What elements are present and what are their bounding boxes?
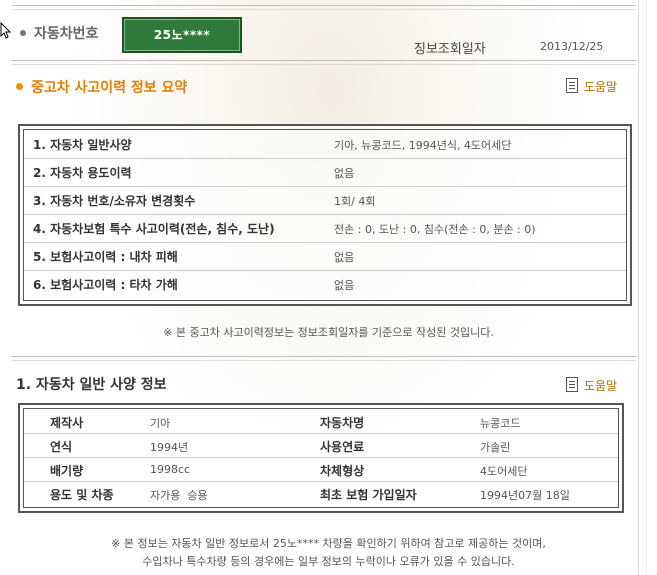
spec-label: 최초 보험 가입일자 [320,488,417,502]
license-plate: 25노**** [122,17,242,53]
summary-help-link[interactable]: 도움말 [566,78,617,95]
spec-value: 기아 [150,417,171,430]
summary-row-label: 6. 보험사고이력 : 타차 가해 [33,278,178,292]
spec-label: 자동차명 [320,416,365,430]
top-divider [12,5,636,6]
summary-row-label: 1. 자동차 일반사양 [33,138,132,152]
spec-value: 뉴콩코드 [480,417,521,430]
plate-row: 자동차번호 25노**** 징보조회일자 2013/12/25 [14,17,624,57]
page: 자동차번호 25노**** 징보조회일자 2013/12/25 중고차 사고이력… [0,0,657,575]
spec-value: 1994년07월 18일 [480,489,570,502]
summary-help-label: 도움말 [584,80,618,94]
spec-help-link[interactable]: 도움말 [566,377,617,394]
summary-row-label: 2. 자동차 용도이력 [33,166,132,180]
plate-label: 자동차번호 [34,26,99,42]
section-divider-thin [12,360,636,361]
summary-row-label: 4. 자동차보험 특수 사고이력(전손, 침수, 도난) [33,222,275,236]
date-label: 징보조회일자 [414,42,486,57]
top-divider-thin [12,9,636,10]
spec-label: 차체형상 [320,464,365,478]
spec-value: 가솔린 [480,441,511,454]
spec-row: 용도 및 차종 자가용 승용 최초 보험 가입일자 1994년07월 18일 [24,481,618,505]
bullet-icon [20,30,26,36]
section-divider [12,356,636,357]
spec-label: 사용연료 [320,440,365,454]
cursor-arrow-icon [0,22,12,39]
spec-table: 제작사 기아 자동차명 뉴콩코드 연식 1994년 사용연료 가솔린 배기량 1… [18,403,624,513]
spec-help-label: 도움말 [584,379,618,393]
spec-value: 1994년 [150,441,189,454]
summary-row-value: 없음 [334,167,355,180]
summary-row-value: 없음 [334,279,355,292]
summary-title: 중고차 사고이력 정보 요약 [16,77,187,97]
summary-row-value: 전손 : 0, 도난 : 0, 침수(전손 : 0, 분손 : 0) [334,223,536,236]
summary-row-label: 5. 보험사고이력 : 내차 피해 [33,250,178,264]
summary-row-value: 1회/ 4회 [334,195,376,208]
spec-note-line2: 수입차나 특수차량 등의 경우에는 일부 정보의 누락이나 오류가 있을 수 있… [142,555,515,568]
spec-row: 연식 1994년 사용연료 가솔린 [24,433,618,458]
spec-row: 배기량 1998cc 차체형상 4도어세단 [24,457,618,482]
spec-value: 4도어세단 [480,465,528,478]
spec-title: 1. 자동차 일반 사양 정보 [16,377,167,393]
header-divider [12,60,636,61]
spec-label: 제작사 [50,416,84,430]
date-value: 2013/12/25 [540,40,604,53]
summary-note: ※ 본 중고차 사고이력정보는 정보조회일자를 기준으로 작성된 것입니다. [163,326,494,339]
summary-row: 4. 자동차보험 특수 사고이력(전손, 침수, 도난) 전손 : 0, 도난 … [24,214,626,243]
summary-row-value: 기아, 뉴콩코드, 1994년식, 4도어세단 [334,139,512,152]
document-icon [566,78,578,93]
spec-label: 연식 [50,440,73,454]
summary-row-value: 없음 [334,251,355,264]
summary-row: 3. 자동차 번호/소유자 변경횟수 1회/ 4회 [24,186,626,215]
document-icon [566,377,578,392]
spec-label: 용도 및 차종 [50,488,114,502]
summary-row-label: 3. 자동차 번호/소유자 변경횟수 [33,194,196,208]
header-divider-thin [12,64,636,65]
summary-table: 1. 자동차 일반사양 기아, 뉴콩코드, 1994년식, 4도어세단 2. 자… [18,124,632,306]
spec-value: 1998cc [150,463,191,476]
summary-row: 5. 보험사고이력 : 내차 피해 없음 [24,242,626,271]
right-divider [638,0,639,575]
summary-row: 2. 자동차 용도이력 없음 [24,158,626,187]
summary-row: 1. 자동차 일반사양 기아, 뉴콩코드, 1994년식, 4도어세단 [24,130,626,159]
right-divider-outer [646,0,647,575]
orange-bullet-icon [16,82,23,90]
spec-value: 자가용 승용 [150,489,208,502]
spec-row: 제작사 기아 자동차명 뉴콩코드 [24,409,618,434]
summary-title-text: 중고차 사고이력 정보 요약 [31,80,188,96]
summary-row: 6. 보험사고이력 : 타차 가해 없음 [24,270,626,298]
spec-note-line1: ※ 본 정보는 자동차 일반 정보로서 25노**** 차량을 확인하기 위하여… [111,537,546,550]
spec-label: 배기량 [50,464,84,478]
